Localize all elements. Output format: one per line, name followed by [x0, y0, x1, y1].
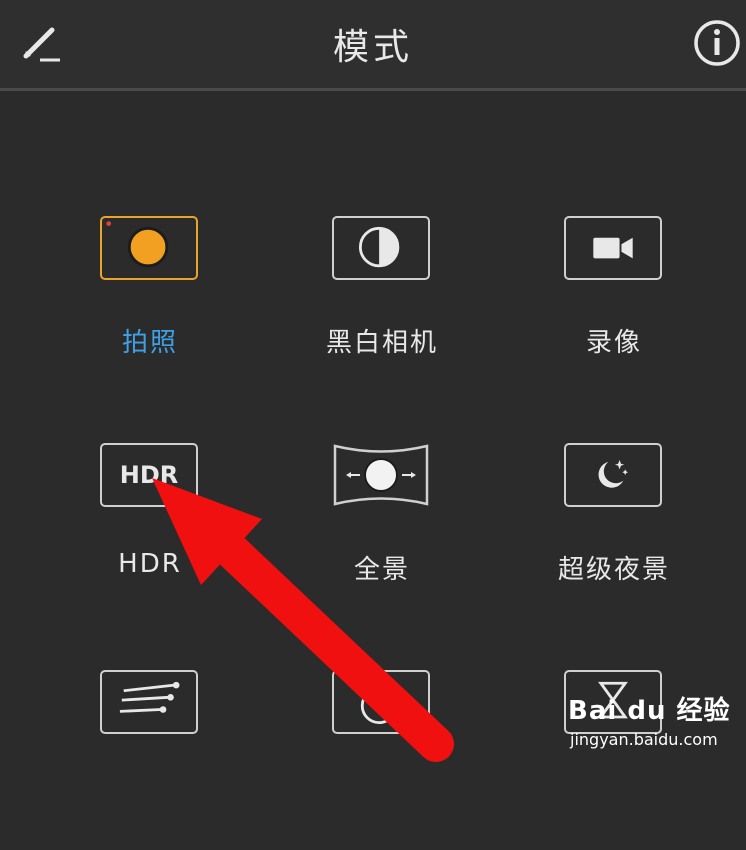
- light-trails-icon: [119, 681, 180, 713]
- moon-stars-icon: [598, 460, 628, 488]
- mode-light-trails[interactable]: [50, 670, 250, 850]
- mode-monochrome-label: 黑白相机: [325, 328, 438, 358]
- mode-monochrome-icon-box: [332, 216, 430, 280]
- mode-hdr[interactable]: HDR HDR: [50, 443, 250, 623]
- circle-icon: [360, 687, 398, 725]
- mode-night-label: 超级夜景: [557, 555, 670, 585]
- mode-panorama[interactable]: 全景: [282, 443, 482, 623]
- mode-video[interactable]: 录像: [514, 216, 714, 396]
- mode-panorama-label: 全景: [353, 555, 410, 585]
- mode-night-icon-box: [564, 443, 662, 507]
- mode-aperture-icon-box: [332, 670, 430, 734]
- hdr-icon: HDR: [119, 461, 179, 489]
- mode-light-trails-icon-box: [100, 670, 198, 734]
- mode-panorama-icon-box: [332, 443, 430, 507]
- baidu-watermark: Bai du 经验 jingyan.baidu.com: [568, 690, 744, 760]
- mode-photo-icon-box: [100, 216, 198, 280]
- mode-video-label: 录像: [585, 328, 642, 358]
- mode-photo[interactable]: 拍照: [50, 216, 250, 396]
- mode-night[interactable]: 超级夜景: [514, 443, 714, 623]
- video-camera-icon: [593, 237, 633, 259]
- mode-monochrome[interactable]: 黑白相机: [282, 216, 482, 396]
- shutter-icon: [106, 221, 169, 268]
- mode-aperture[interactable]: [282, 670, 482, 850]
- mode-grid: 拍照 黑白相机 录像 HDR HDR 全景 超级夜景: [0, 0, 746, 764]
- mode-hdr-icon-box: HDR: [100, 443, 198, 507]
- mode-photo-label: 拍照: [121, 328, 178, 358]
- watermark-brand: Bai du 经验: [568, 696, 731, 726]
- mode-hdr-label: HDR: [118, 549, 182, 579]
- half-circle-icon: [358, 226, 400, 268]
- panorama-icon: [333, 444, 429, 506]
- mode-video-icon-box: [564, 216, 662, 280]
- watermark-url: jingyan.baidu.com: [570, 730, 718, 749]
